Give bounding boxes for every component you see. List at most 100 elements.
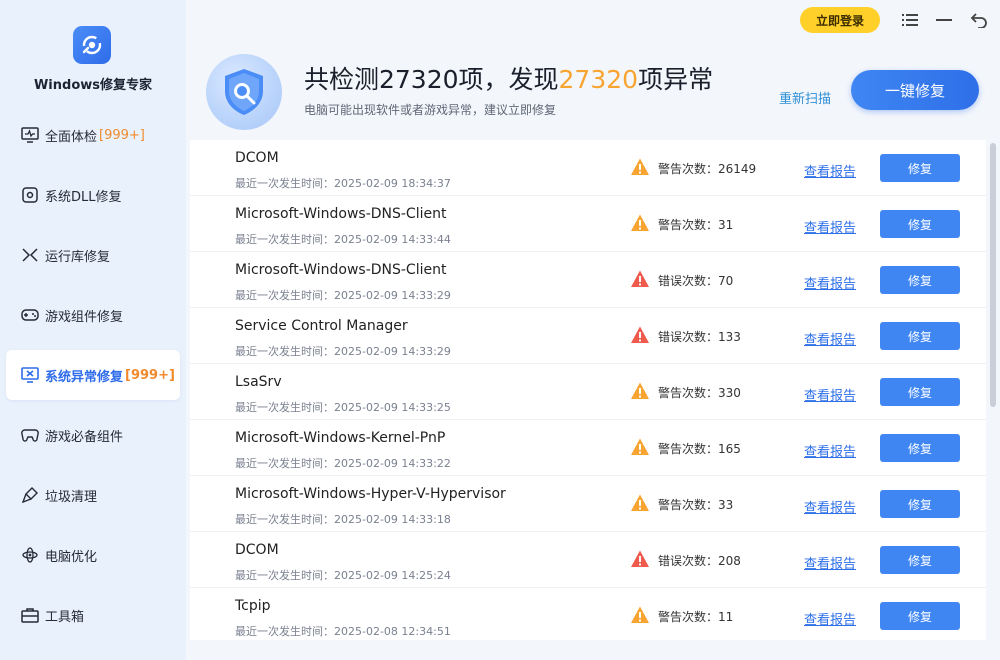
- repair-button[interactable]: 修复: [880, 210, 960, 238]
- repair-button[interactable]: 修复: [880, 490, 960, 518]
- runtime-icon: [20, 245, 40, 265]
- warning-triangle-icon: [630, 493, 650, 513]
- last-occurrence-time: 最近一次发生时间：2025-02-09 14:33:44: [235, 233, 451, 246]
- sidebar: Windows修复专家 全面体检 [999+] 系统DLL修复 运行库修复 游戏组件修复…: [0, 0, 186, 660]
- table-row: Microsoft-Windows-DNS-Client 最近一次发生时间：202…: [190, 252, 986, 308]
- back-arrow-icon[interactable]: [969, 10, 989, 30]
- view-report-link[interactable]: 查看报告: [804, 161, 856, 180]
- occurrence-count: 警告次数：165: [658, 442, 741, 456]
- headline-suffix: 项异常: [638, 65, 714, 94]
- broom-icon: [20, 485, 40, 505]
- last-occurrence-time: 最近一次发生时间：2025-02-09 14:33:29: [235, 289, 451, 302]
- error-triangle-icon: [630, 325, 650, 345]
- sidebar-item-6[interactable]: 垃圾清理: [6, 470, 180, 520]
- table-row: DCOM 最近一次发生时间：2025-02-09 14:25:24 错误次数：208…: [190, 532, 986, 588]
- sidebar-item-label: 垃圾清理: [45, 489, 98, 505]
- toolbox-icon: [20, 605, 40, 625]
- sidebar-item-8[interactable]: 工具箱: [6, 590, 180, 640]
- repair-button[interactable]: 修复: [880, 546, 960, 574]
- error-triangle-icon: [630, 549, 650, 569]
- table-row: DCOM 最近一次发生时间：2025-02-09 18:34:37 警告次数：261…: [190, 140, 986, 196]
- gamepad-icon: [20, 305, 40, 325]
- repair-button[interactable]: 修复: [880, 378, 960, 406]
- event-source: DCOM: [235, 150, 279, 166]
- app-logo-icon: [73, 26, 111, 64]
- occurrence-count: 警告次数：11: [658, 610, 734, 624]
- last-occurrence-time: 最近一次发生时间：2025-02-09 14:33:18: [235, 513, 451, 526]
- view-report-link[interactable]: 查看报告: [804, 273, 856, 292]
- sidebar-item-7[interactable]: 电脑优化: [6, 530, 180, 580]
- warning-triangle-icon: [630, 605, 650, 625]
- sidebar-item-label: 系统异常修复: [45, 369, 124, 385]
- occurrence-count: 错误次数：133: [658, 330, 741, 344]
- view-report-link[interactable]: 查看报告: [804, 441, 856, 460]
- table-row: Microsoft-Windows-Kernel-PnP 最近一次发生时间：202…: [190, 420, 986, 476]
- sidebar-item-label: 游戏必备组件: [45, 429, 124, 445]
- repair-button[interactable]: 修复: [880, 434, 960, 462]
- rescan-link[interactable]: 重新扫描: [779, 88, 831, 107]
- sidebar-item-label: 系统DLL修复: [45, 189, 122, 205]
- event-source: LsaSrv: [235, 374, 282, 390]
- event-source: Tcpip: [235, 598, 271, 614]
- occurrence-count: 错误次数：70: [658, 274, 734, 288]
- sidebar-item-label: 运行库修复: [45, 249, 111, 265]
- repair-button[interactable]: 修复: [880, 602, 960, 630]
- event-source: Microsoft-Windows-Hyper-V-Hypervisor: [235, 486, 506, 502]
- sidebar-item-4[interactable]: 系统异常修复 [999+]: [6, 350, 180, 400]
- monitor-pulse-icon: [20, 125, 40, 145]
- sidebar-item-label: 游戏组件修复: [45, 309, 124, 325]
- error-triangle-icon: [630, 269, 650, 289]
- table-row: Tcpip 最近一次发生时间：2025-02-08 12:34:51 警告次数：11…: [190, 588, 986, 640]
- sidebar-item-1[interactable]: 系统DLL修复: [6, 170, 180, 220]
- scrollbar-thumb[interactable]: [990, 143, 996, 407]
- sidebar-item-label: 电脑优化: [45, 549, 98, 565]
- last-occurrence-time: 最近一次发生时间：2025-02-08 12:34:51: [235, 625, 451, 638]
- event-source: Service Control Manager: [235, 318, 408, 334]
- view-report-link[interactable]: 查看报告: [804, 329, 856, 348]
- app-title: Windows修复专家: [33, 78, 153, 93]
- sidebar-item-2[interactable]: 运行库修复: [6, 230, 180, 280]
- page-headline: 共检测27320项，发现27320项异常: [304, 60, 713, 96]
- event-source: Microsoft-Windows-Kernel-PnP: [235, 430, 446, 446]
- table-row: Microsoft-Windows-DNS-Client 最近一次发生时间：202…: [190, 196, 986, 252]
- sidebar-item-3[interactable]: 游戏组件修复: [6, 290, 180, 340]
- warning-triangle-icon: [630, 437, 650, 457]
- fix-all-button[interactable]: 一键修复: [851, 70, 979, 110]
- atom-icon: [20, 545, 40, 565]
- headline-prefix: 共检测27320项，发现: [304, 65, 559, 94]
- sidebar-item-badge: [999+]: [125, 367, 175, 383]
- view-report-link[interactable]: 查看报告: [804, 553, 856, 572]
- event-source: Microsoft-Windows-DNS-Client: [235, 262, 447, 278]
- last-occurrence-time: 最近一次发生时间：2025-02-09 14:33:29: [235, 345, 451, 358]
- repair-button[interactable]: 修复: [880, 154, 960, 182]
- warning-triangle-icon: [630, 213, 650, 233]
- login-button[interactable]: 立即登录: [800, 7, 880, 33]
- occurrence-count: 警告次数：33: [658, 498, 734, 512]
- occurrence-count: 警告次数：26149: [658, 162, 757, 176]
- warning-triangle-icon: [630, 381, 650, 401]
- warning-triangle-icon: [630, 157, 650, 177]
- event-source: DCOM: [235, 542, 279, 558]
- repair-button[interactable]: 修复: [880, 322, 960, 350]
- sidebar-item-badge: [999+]: [99, 127, 145, 143]
- view-report-link[interactable]: 查看报告: [804, 217, 856, 236]
- occurrence-count: 警告次数：31: [658, 218, 734, 232]
- sidebar-item-label: 全面体检: [45, 129, 98, 145]
- table-row: LsaSrv 最近一次发生时间：2025-02-09 14:33:25 警告次数：3…: [190, 364, 986, 420]
- view-report-link[interactable]: 查看报告: [804, 497, 856, 516]
- occurrence-count: 错误次数：208: [658, 554, 741, 568]
- controller-icon: [20, 425, 40, 445]
- view-report-link[interactable]: 查看报告: [804, 385, 856, 404]
- last-occurrence-time: 最近一次发生时间：2025-02-09 14:33:22: [235, 457, 451, 470]
- sidebar-item-label: 工具箱: [45, 609, 85, 625]
- shield-scan-icon: [206, 54, 282, 130]
- table-row: Service Control Manager 最近一次发生时间：2025-02-…: [190, 308, 986, 364]
- repair-button[interactable]: 修复: [880, 266, 960, 294]
- view-report-link[interactable]: 查看报告: [804, 609, 856, 628]
- minimize-icon[interactable]: [934, 10, 954, 30]
- occurrence-count: 警告次数：330: [658, 386, 741, 400]
- sidebar-item-0[interactable]: 全面体检 [999+]: [6, 110, 180, 160]
- last-occurrence-time: 最近一次发生时间：2025-02-09 14:33:25: [235, 401, 451, 414]
- menu-icon[interactable]: [900, 10, 920, 30]
- sidebar-item-5[interactable]: 游戏必备组件: [6, 410, 180, 460]
